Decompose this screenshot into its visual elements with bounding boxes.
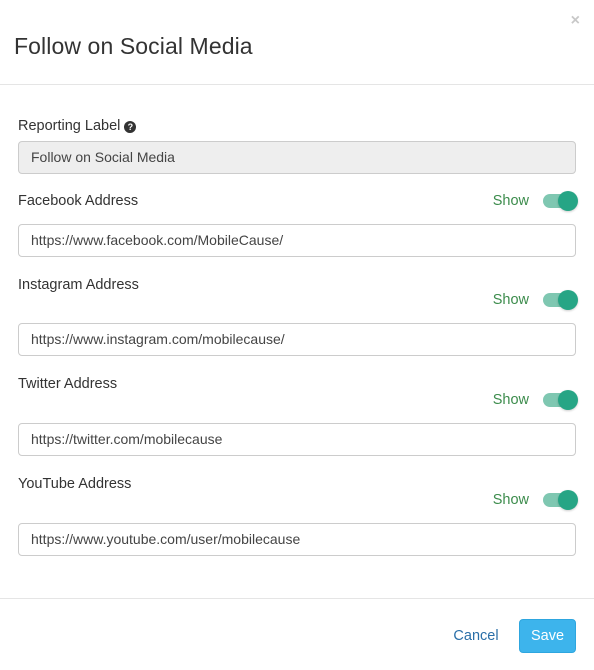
facebook-address-label: Facebook Address xyxy=(18,193,139,209)
facebook-address-input[interactable]: https://www.facebook.com/MobileCause/ xyxy=(18,224,576,257)
youtube-show-control: Show xyxy=(493,489,578,511)
toggle-knob xyxy=(558,191,578,211)
instagram-show-toggle[interactable] xyxy=(541,289,578,311)
question-circle-icon[interactable]: ? xyxy=(124,121,137,133)
youtube-show-label: Show xyxy=(492,492,529,508)
save-button[interactable]: Save xyxy=(519,619,576,653)
modal-footer: Cancel Save xyxy=(0,598,594,670)
modal-dialog: Follow on Social Media × Reporting Label… xyxy=(0,0,594,670)
instagram-show-control: Show xyxy=(493,289,578,311)
twitter-address-label: Twitter Address xyxy=(18,376,118,392)
cancel-button[interactable]: Cancel xyxy=(441,620,511,653)
close-icon[interactable]: × xyxy=(571,13,580,29)
reporting-label-text: Reporting Label xyxy=(18,118,121,134)
facebook-show-label: Show xyxy=(492,193,529,209)
facebook-show-toggle[interactable] xyxy=(541,190,578,212)
twitter-show-control: Show xyxy=(493,389,578,411)
toggle-knob xyxy=(558,290,578,310)
instagram-show-label: Show xyxy=(492,292,529,308)
twitter-show-toggle[interactable] xyxy=(541,389,578,411)
modal-title: Follow on Social Media xyxy=(14,33,253,59)
reporting-label: Reporting Label? xyxy=(18,118,137,134)
twitter-show-label: Show xyxy=(492,392,529,408)
youtube-show-toggle[interactable] xyxy=(541,489,578,511)
youtube-address-label: YouTube Address xyxy=(18,476,132,492)
instagram-address-input[interactable]: https://www.instagram.com/mobilecause/ xyxy=(18,323,576,356)
reporting-label-field: Follow on Social Media xyxy=(18,141,576,174)
youtube-address-input[interactable]: https://www.youtube.com/user/mobilecause xyxy=(18,523,576,556)
toggle-knob xyxy=(558,490,578,510)
twitter-address-input[interactable]: https://twitter.com/mobilecause xyxy=(18,423,576,456)
toggle-knob xyxy=(558,390,578,410)
modal-header: Follow on Social Media × xyxy=(0,0,594,85)
instagram-address-label: Instagram Address xyxy=(18,277,139,293)
facebook-show-control: Show xyxy=(493,190,578,212)
